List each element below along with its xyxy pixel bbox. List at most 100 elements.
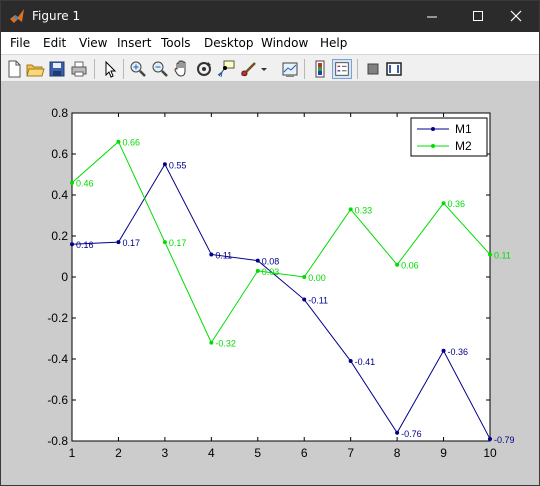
legend-marker-m2 [431, 144, 435, 148]
data-point-m2[interactable] [348, 207, 353, 212]
menu-tools[interactable]: Tools [161, 36, 191, 50]
open-file-icon[interactable] [25, 59, 45, 79]
rotate-3d-icon[interactable] [194, 59, 214, 79]
data-point-m2[interactable] [488, 252, 492, 257]
legend-marker-m1 [431, 127, 435, 131]
data-point-m1[interactable] [209, 252, 214, 257]
colorbar-icon[interactable] [310, 59, 330, 79]
data-label-m1: 0.17 [122, 238, 140, 248]
brush-menu-icon[interactable] [259, 59, 269, 79]
minimize-button[interactable] [409, 1, 455, 32]
maximize-icon [473, 11, 483, 21]
link-plot-icon[interactable] [280, 59, 300, 79]
y-tick-label: 0.2 [51, 229, 68, 243]
data-label-m2: 0.66 [122, 138, 140, 148]
title-bar[interactable]: Figure 1 [1, 1, 539, 32]
y-tick-label: -0.6 [47, 393, 68, 407]
x-tick-label: 9 [440, 446, 447, 460]
data-cursor-icon[interactable] [216, 59, 236, 79]
hide-plot-tools-icon[interactable] [363, 59, 383, 79]
x-tick-label: 5 [254, 446, 261, 460]
data-point-m1[interactable] [116, 240, 121, 245]
zoom-out-icon[interactable] [150, 59, 170, 79]
y-tick-label: 0.6 [51, 147, 68, 161]
data-label-m2: 0.33 [355, 205, 373, 215]
data-label-m2: 0.36 [448, 199, 466, 209]
window-title: Figure 1 [32, 9, 81, 23]
data-label-m2: 0.06 [401, 261, 419, 271]
data-point-m2[interactable] [116, 139, 121, 144]
print-icon[interactable] [69, 59, 89, 79]
save-icon[interactable] [47, 59, 67, 79]
data-label-m1: -0.41 [355, 357, 376, 367]
data-point-m2[interactable] [302, 275, 307, 279]
data-point-m2[interactable] [209, 340, 214, 345]
y-tick-label: 0.8 [51, 106, 68, 120]
legend-icon[interactable] [332, 59, 352, 79]
data-label-m1: -0.76 [401, 429, 422, 439]
data-point-m1[interactable] [302, 297, 307, 302]
legend-label-m1: M1 [455, 122, 472, 136]
x-tick-label: 3 [162, 446, 169, 460]
matlab-logo-icon [10, 9, 24, 23]
x-tick-label: 10 [483, 446, 497, 460]
menu-insert[interactable]: Insert [117, 36, 151, 50]
x-tick-label: 1 [69, 446, 76, 460]
legend-box[interactable] [410, 117, 488, 157]
new-figure-icon[interactable] [4, 59, 24, 79]
y-tick-label: 0 [61, 270, 68, 284]
data-point-m2[interactable] [255, 268, 260, 273]
data-label-m1: 0.11 [215, 250, 232, 260]
data-point-m2[interactable] [441, 201, 446, 206]
x-tick-label: 7 [347, 446, 354, 460]
y-tick-label: -0.8 [47, 434, 68, 448]
data-point-m2[interactable] [395, 262, 400, 267]
legend-label-m2: M2 [455, 139, 472, 153]
data-point-m1[interactable] [395, 430, 400, 435]
toolbar-separator [94, 59, 95, 79]
data-point-m2[interactable] [70, 180, 74, 185]
menu-desktop[interactable]: Desktop [204, 36, 254, 50]
data-label-m1: -0.11 [308, 296, 328, 306]
minimize-icon [427, 16, 437, 18]
plot-axes-box[interactable] [71, 112, 491, 442]
close-button[interactable] [493, 1, 539, 32]
data-point-m1[interactable] [441, 348, 446, 353]
menu-edit[interactable]: Edit [43, 36, 66, 50]
data-label-m2: 0.46 [76, 179, 94, 189]
figure-toolbar [1, 54, 539, 82]
data-point-m1[interactable] [348, 359, 353, 364]
data-point-m2[interactable] [162, 240, 167, 245]
data-label-m2: 0.00 [308, 273, 326, 283]
x-tick-label: 8 [394, 446, 401, 460]
show-plot-tools-icon[interactable] [384, 59, 404, 79]
menu-help[interactable]: Help [320, 36, 347, 50]
line-chart[interactable]: 0.8 0.6 0.4 0.2 0 -0.2 -0.4 -0.6 -0.81 2 3 4 5 6 7 8 9 10… [1, 82, 539, 486]
data-label-m1: 0.08 [262, 257, 280, 267]
menu-window[interactable]: Window [261, 36, 308, 50]
menu-view[interactable]: View [79, 36, 107, 50]
toolbar-separator [304, 59, 305, 79]
x-tick-label: 2 [115, 446, 122, 460]
y-tick-label: -0.2 [47, 311, 68, 325]
close-icon [510, 10, 522, 22]
data-point-m1[interactable] [162, 162, 167, 167]
pan-icon[interactable] [172, 59, 192, 79]
y-tick-label: 0.4 [51, 188, 68, 202]
data-point-m1[interactable] [255, 258, 260, 263]
brush-icon[interactable] [238, 59, 258, 79]
edit-plot-icon[interactable] [100, 59, 120, 79]
data-label-m2: 0.11 [494, 250, 511, 260]
toolbar-separator [357, 59, 358, 79]
figure-canvas: 0.8 0.6 0.4 0.2 0 -0.2 -0.4 -0.6 -0.8 1 2 3 4 5 6 7 8 9 10… [1, 82, 539, 486]
zoom-in-icon[interactable] [128, 59, 148, 79]
data-point-m1[interactable] [70, 242, 74, 247]
data-label-m1: -0.79 [494, 435, 515, 445]
menu-bar: File Edit View Insert Tools Desktop Wind… [1, 32, 539, 80]
figure-window: Figure 1 File Edit View Insert Tools Des… [0, 0, 540, 486]
data-point-m1[interactable] [488, 436, 492, 441]
data-label-m2: 0.17 [169, 238, 187, 248]
y-tick-label: -0.4 [47, 352, 68, 366]
menu-file[interactable]: File [10, 36, 30, 50]
data-label-m1: -0.36 [448, 347, 469, 357]
